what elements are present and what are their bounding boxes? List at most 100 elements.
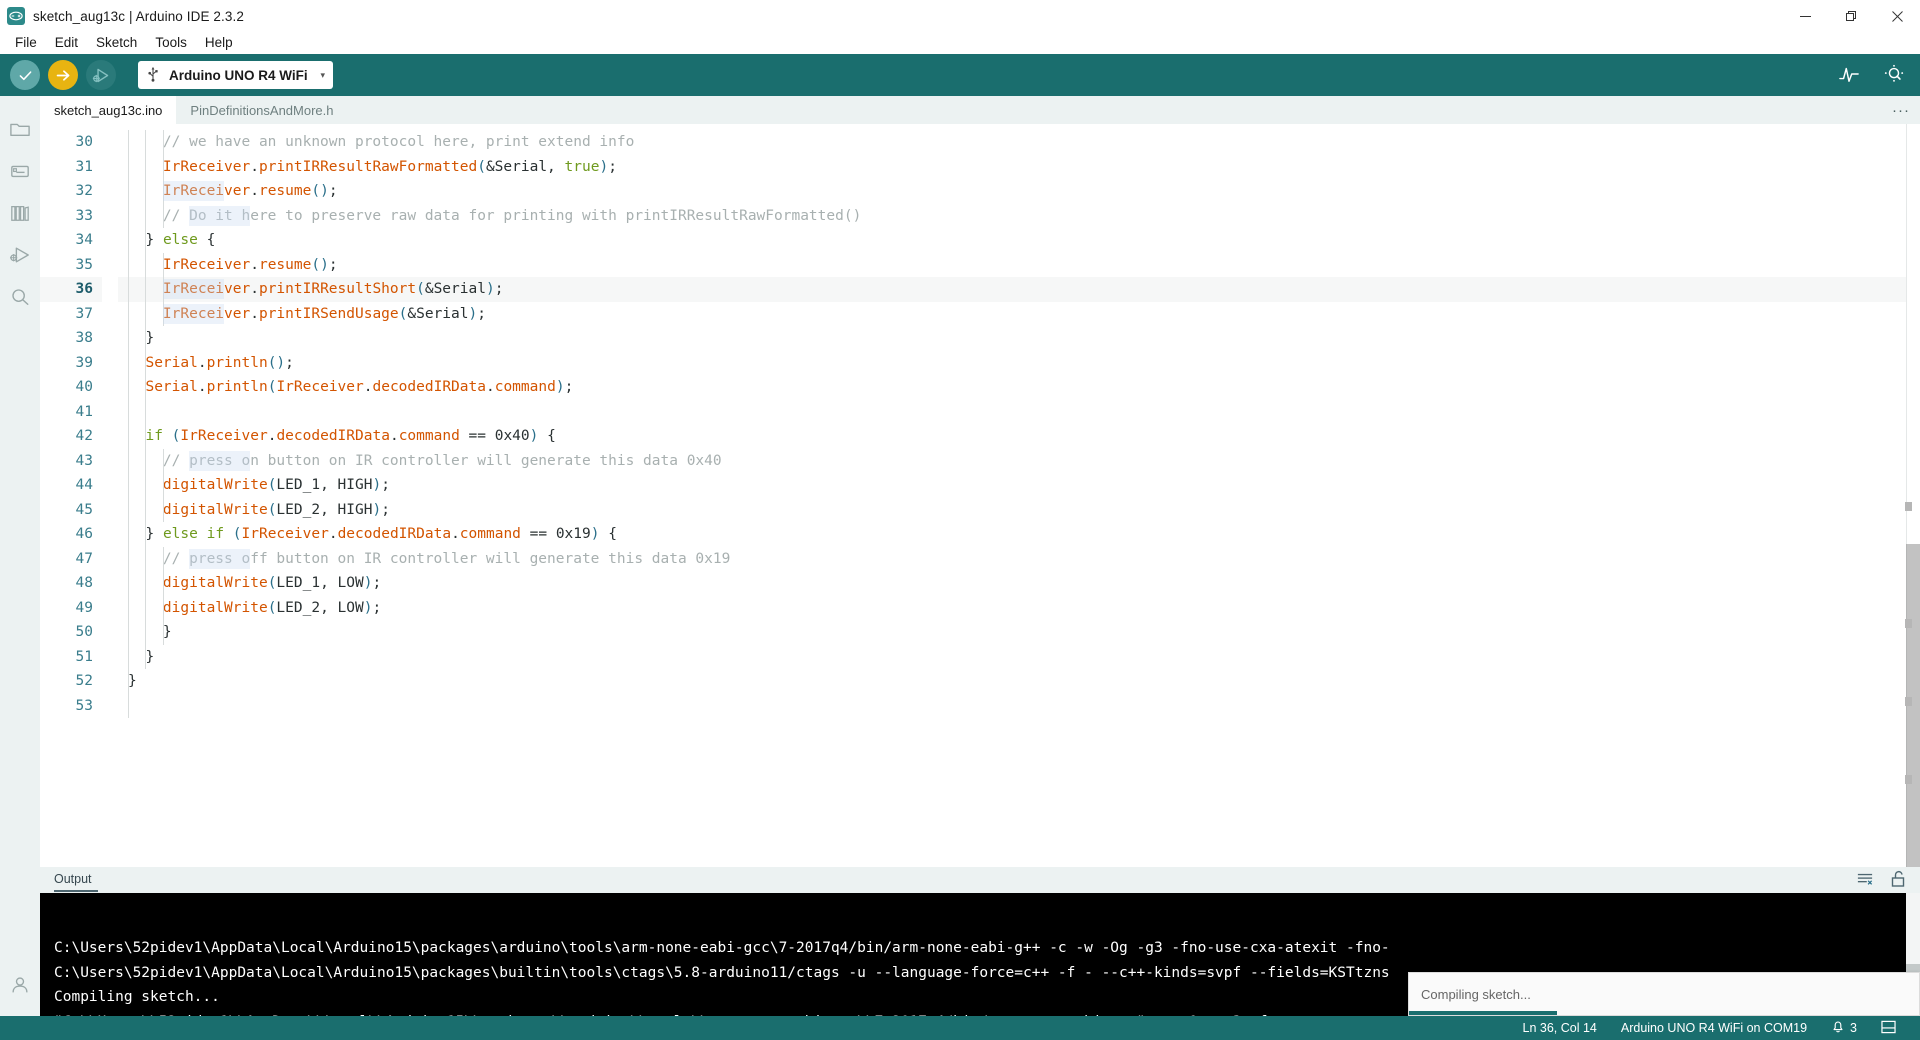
clear-output-icon[interactable] [1856,871,1874,890]
fold-cell[interactable] [102,449,118,474]
code-line[interactable]: digitalWrite(LED_1, LOW); [118,571,1920,596]
code-line[interactable]: } else { [118,228,1920,253]
code-editor[interactable]: 30 31 32 33 34 35 36 37 38 39 40 41 42 43 44 45 46 47 48 49… [40,124,1920,867]
menu-file[interactable]: File [6,32,46,54]
fold-cell[interactable] [102,302,118,327]
chevron-down-icon: ▾ [320,69,325,80]
output-panel-header: Output [40,867,1920,893]
line-number: 49 [75,599,93,616]
fold-cell[interactable] [102,155,118,180]
code-line[interactable]: digitalWrite(LED_2, HIGH); [118,498,1920,523]
menu-sketch[interactable]: Sketch [87,32,146,54]
tab-overflow-button[interactable]: ··· [1892,96,1910,124]
fold-cell[interactable] [102,473,118,498]
code-line[interactable]: digitalWrite(LED_2, LOW); [118,596,1920,621]
sidebar-item-debug[interactable] [0,234,40,276]
code-content[interactable]: // we have an unknown protocol here, pri… [118,124,1920,867]
output-tab[interactable]: Output [54,868,98,892]
code-line[interactable]: // press off button on IR controller wil… [118,547,1920,572]
code-line[interactable]: Serial.println(IrReceiver.decodedIRData.… [118,375,1920,400]
fold-cell[interactable] [102,547,118,572]
sidebar-item-sketchbook[interactable] [0,108,40,150]
fold-cell[interactable] [102,522,118,547]
tab-bar: sketch_aug13c.ino PinDefinitionsAndMore.… [40,96,1920,124]
cursor-position[interactable]: Ln 36, Col 14 [1511,1021,1609,1035]
board-selector[interactable]: Arduino UNO R4 WiFi ▾ [138,61,333,89]
code-line[interactable]: IrReceiver.resume(); [118,179,1920,204]
code-line[interactable]: } [118,645,1920,670]
panel-toggle-button[interactable] [1869,1020,1908,1037]
tab-pindefinitions-h[interactable]: PinDefinitionsAndMore.h [176,96,347,124]
line-number: 31 [75,158,93,175]
code-line[interactable]: Serial.println(); [118,351,1920,376]
code-line[interactable]: IrReceiver.printIRSendUsage(&Serial); [118,302,1920,327]
upload-button[interactable] [48,60,78,90]
fold-cell[interactable] [102,400,118,425]
code-line[interactable]: // press on button on IR controller will… [118,449,1920,474]
debug-button[interactable] [86,60,116,90]
menu-help[interactable]: Help [196,32,242,54]
fold-cell[interactable] [102,375,118,400]
editor-scrollbar[interactable] [1905,124,1920,867]
line-number: 47 [75,550,93,567]
usb-icon [146,66,160,85]
code-line[interactable]: } else if (IrReceiver.decodedIRData.comm… [118,522,1920,547]
minimize-button[interactable] [1782,0,1828,32]
maximize-button[interactable] [1828,0,1874,32]
code-line[interactable]: if (IrReceiver.decodedIRData.command == … [118,424,1920,449]
board-port-status[interactable]: Arduino UNO R4 WiFi on COM19 [1609,1021,1819,1035]
fold-cell[interactable] [102,571,118,596]
sidebar-item-library-manager[interactable] [0,192,40,234]
sidebar-item-account[interactable] [0,964,40,1006]
close-button[interactable] [1874,0,1920,32]
fold-cell[interactable] [102,253,118,278]
serial-monitor-icon[interactable] [1882,64,1906,87]
fold-cell[interactable] [102,669,118,694]
occurrence-highlight [188,450,250,471]
title-bar: sketch_aug13c | Arduino IDE 2.3.2 [0,0,1920,32]
sidebar-item-search[interactable] [0,276,40,318]
menu-tools[interactable]: Tools [146,32,196,54]
fold-cell[interactable] [102,228,118,253]
fold-cell[interactable] [102,596,118,621]
indent-guide [162,130,164,228]
fold-cell[interactable] [102,326,118,351]
unlock-autoscroll-icon[interactable] [1890,870,1906,891]
fold-cell[interactable] [102,424,118,449]
fold-cell[interactable] [102,645,118,670]
code-line[interactable]: IrReceiver.printIRResultShort(&Serial); [118,277,1920,302]
line-number: 36 [40,277,102,302]
code-line[interactable]: digitalWrite(LED_1, HIGH); [118,473,1920,498]
line-number: 35 [75,256,93,273]
indent-guide [162,546,164,645]
notifications-button[interactable]: 3 [1819,1019,1869,1037]
code-line[interactable]: } [118,326,1920,351]
fold-cell[interactable] [102,351,118,376]
code-line[interactable]: } [118,620,1920,645]
fold-cell[interactable] [102,694,118,719]
fold-cell[interactable] [102,620,118,645]
menu-edit[interactable]: Edit [46,32,87,54]
toolbar-right-actions [1838,54,1906,96]
occurrence-highlight [188,548,250,569]
verify-button[interactable] [10,60,40,90]
fold-cell[interactable] [102,498,118,523]
code-line[interactable]: } [118,669,1920,694]
fold-cell[interactable] [102,204,118,229]
code-line[interactable]: // we have an unknown protocol here, pri… [118,130,1920,155]
line-number: 44 [75,477,93,493]
serial-plotter-icon[interactable] [1838,64,1860,87]
code-line[interactable]: // Do it here to preserve raw data for p… [118,204,1920,229]
fold-cell[interactable] [102,130,118,155]
fold-gutter[interactable] [102,124,118,867]
tab-sketch-ino[interactable]: sketch_aug13c.ino [40,96,177,124]
code-line[interactable]: IrReceiver.resume(); [118,253,1920,278]
fold-cell[interactable] [102,179,118,204]
fold-cell[interactable] [102,277,118,302]
code-line[interactable] [118,694,1920,719]
line-number: 46 [75,526,93,542]
code-line[interactable]: IrReceiver.printIRResultRawFormatted(&Se… [118,155,1920,180]
line-number: 52 [75,673,93,689]
code-line[interactable] [118,400,1920,425]
sidebar-item-boards-manager[interactable] [0,150,40,192]
